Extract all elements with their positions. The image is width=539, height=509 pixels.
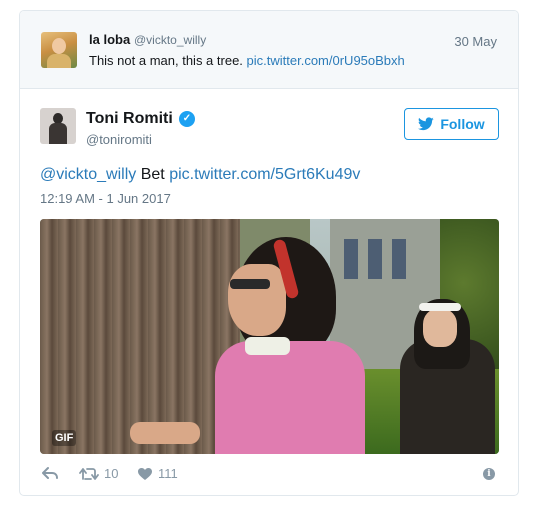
heart-icon: [138, 467, 152, 480]
parent-tweet-date[interactable]: 30 May: [454, 34, 497, 49]
retweet-button[interactable]: 10: [79, 466, 118, 481]
retweet-icon: [79, 467, 99, 480]
reply-icon: [42, 467, 58, 479]
reply-button[interactable]: [42, 466, 58, 480]
woman-sweater: [215, 341, 365, 454]
tree-trunk: [40, 219, 240, 454]
building-window: [344, 239, 358, 279]
twitter-bird-icon: [418, 117, 435, 131]
parent-tweet-body: This not a man, this a tree.: [89, 53, 243, 68]
author-avatar[interactable]: [40, 108, 76, 144]
parent-tweet-text: This not a man, this a tree. pic.twitter…: [89, 53, 405, 68]
like-button[interactable]: 111: [137, 466, 178, 481]
parent-tweet[interactable]: la loba @vickto_willy 30 May This not a …: [20, 11, 518, 89]
parent-avatar[interactable]: [41, 32, 77, 68]
author-name[interactable]: Toni Romiti: [86, 110, 173, 128]
verified-badge-icon: ✓: [179, 111, 195, 127]
tweet-timestamp[interactable]: 12:19 AM - 1 Jun 2017: [40, 191, 171, 206]
woman-hand: [130, 422, 200, 444]
reply-mention[interactable]: @vickto_willy: [40, 166, 136, 183]
follow-label: Follow: [440, 116, 485, 132]
retweet-count: 10: [104, 466, 119, 481]
parent-author-handle[interactable]: @vickto_willy: [134, 33, 206, 47]
nun-coif: [419, 303, 461, 311]
avatar-body: [47, 54, 71, 68]
tweet-text: @vickto_willy Bet pic.twitter.com/5Grt6K…: [40, 166, 360, 184]
tweet-body: Bet: [140, 166, 165, 183]
avatar-torso: [49, 123, 67, 144]
parent-author-name[interactable]: la loba: [89, 32, 130, 47]
woman-glasses: [230, 279, 270, 289]
follow-button[interactable]: Follow: [404, 108, 499, 140]
like-count: 111: [158, 466, 178, 481]
gif-media[interactable]: GIF: [40, 219, 499, 454]
gif-badge: GIF: [52, 430, 77, 446]
building-window: [392, 239, 406, 279]
woman-collar: [245, 337, 290, 355]
building-window: [368, 239, 382, 279]
woman-face: [228, 264, 286, 336]
embedded-tweet-card: la loba @vickto_willy 30 May This not a …: [19, 10, 519, 496]
nun-face: [423, 309, 457, 347]
info-icon[interactable]: i: [483, 468, 495, 480]
tweet-media-link[interactable]: pic.twitter.com/5Grt6Ku49v: [169, 166, 360, 183]
avatar-face: [52, 38, 66, 54]
author-handle[interactable]: @toniromiti: [86, 132, 152, 147]
parent-tweet-link[interactable]: pic.twitter.com/0rU95oBbxh: [247, 53, 405, 68]
tweet-actions: 10 111 i: [40, 466, 499, 484]
